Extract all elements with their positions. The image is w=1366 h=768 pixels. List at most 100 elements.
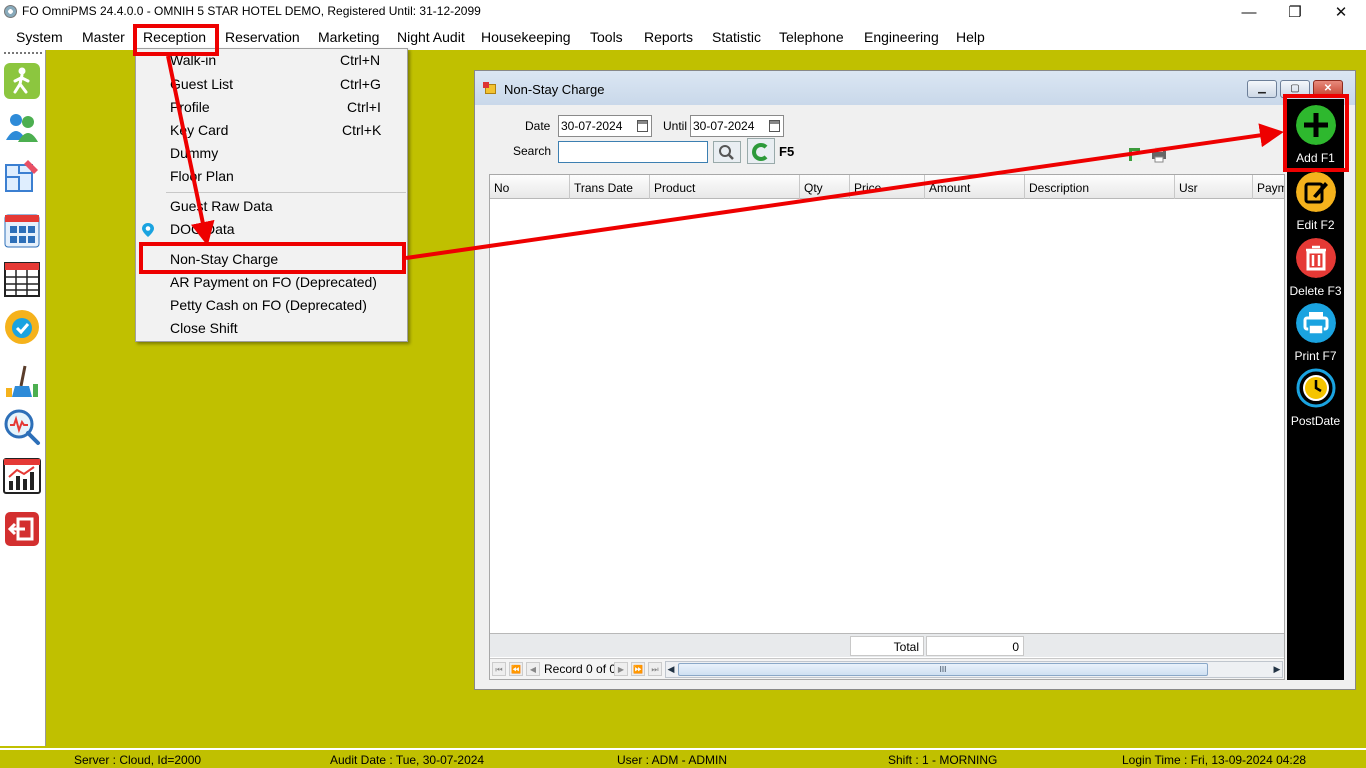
menu-tools[interactable]: Tools [590, 29, 623, 45]
horizontal-scrollbar[interactable]: ◀ III ▶ [665, 661, 1283, 678]
first-record-button[interactable]: ⏮ [492, 662, 506, 676]
menu-item-close-shift[interactable]: Close Shift [170, 320, 238, 336]
total-label: Total [850, 636, 924, 656]
menu-master[interactable]: Master [82, 29, 125, 45]
print-button[interactable]: Print F7 [1287, 303, 1344, 363]
action-panel: Add F1 Edit F2 Delete F3 Print F7 PostDa… [1287, 99, 1344, 680]
until-value: 30-07-2024 [693, 119, 755, 133]
shortcut-profile: Ctrl+I [347, 99, 381, 115]
date-field[interactable]: 30-07-2024 [558, 115, 652, 137]
search-input[interactable] [558, 141, 708, 163]
status-login-time: Login Time : Fri, 13-09-2024 04:28 [1122, 753, 1307, 767]
status-bar: Server : Cloud, Id=2000 Audit Date : Tue… [0, 748, 1366, 768]
location-pin-icon [142, 223, 154, 237]
highlight-add-button [1283, 94, 1349, 172]
non-stay-charge-window: Non-Stay Charge ▁ ▢ ✕ Date 30-07-2024 Un… [474, 70, 1356, 690]
calendar-picker-icon[interactable] [637, 120, 648, 132]
calendar-icon[interactable] [3, 260, 41, 298]
delete-label: Delete F3 [1289, 284, 1342, 298]
postdate-label: PostDate [1290, 414, 1341, 428]
filter-panel: Date 30-07-2024 Until 30-07-2024 Search … [488, 111, 1288, 171]
until-field[interactable]: 30-07-2024 [690, 115, 784, 137]
menu-system[interactable]: System [16, 29, 63, 45]
column-header-product[interactable]: Product [650, 175, 800, 199]
export-print-icons[interactable] [1128, 145, 1168, 163]
refresh-icon [752, 143, 770, 161]
close-button[interactable]: ✕ [1318, 0, 1364, 24]
edit-icon [1295, 172, 1336, 212]
calendar-picker-icon[interactable] [769, 120, 780, 132]
menu-night-audit[interactable]: Night Audit [397, 29, 465, 45]
charges-grid[interactable]: No Trans Date Product Qty Price Amount D… [489, 174, 1285, 680]
menu-item-profile[interactable]: Profile [170, 99, 210, 115]
floor-plan-icon[interactable] [3, 157, 41, 195]
walk-in-icon[interactable] [3, 62, 41, 100]
search-label: Search [513, 144, 552, 158]
form-minimize-button[interactable]: ▁ [1247, 80, 1277, 98]
scroll-thumb[interactable]: III [678, 663, 1208, 676]
menu-separator [166, 192, 406, 193]
menu-item-dummy[interactable]: Dummy [170, 145, 218, 161]
menu-item-guest-list[interactable]: Guest List [170, 76, 233, 92]
column-header-usr[interactable]: Usr [1175, 175, 1253, 199]
report-chart-icon[interactable] [3, 457, 41, 495]
menu-item-ar-payment[interactable]: AR Payment on FO (Deprecated) [170, 274, 377, 290]
refresh-button[interactable] [747, 138, 775, 164]
record-navigator: ⏮ ⏪ ◀ Record 0 of 0 ▶ ⏩ ⏭ ◀ III ▶ [490, 658, 1284, 679]
column-header-trans-date[interactable]: Trans Date [570, 175, 650, 199]
prev-record-button[interactable]: ◀ [526, 662, 540, 676]
maximize-button[interactable]: ❐ [1272, 0, 1318, 24]
date-label: Date [525, 119, 551, 133]
postdate-button[interactable]: PostDate [1287, 368, 1344, 428]
menu-item-doc-data[interactable]: DOC Data [170, 221, 235, 237]
printer-icon [1295, 303, 1336, 343]
status-audit-date: Audit Date : Tue, 30-07-2024 [330, 753, 485, 767]
menu-reservation[interactable]: Reservation [225, 29, 300, 45]
room-grid-icon[interactable] [3, 212, 41, 250]
next-record-button[interactable]: ▶ [614, 662, 628, 676]
guests-icon[interactable] [3, 108, 41, 146]
last-record-button[interactable]: ⏭ [648, 662, 662, 676]
menu-engineering[interactable]: Engineering [864, 29, 939, 45]
grid-footer: Total 0 [490, 633, 1284, 657]
menu-reports[interactable]: Reports [644, 29, 693, 45]
analytics-icon[interactable] [3, 408, 41, 446]
window-title: FO OmniPMS 24.4.0.0 - OMNIH 5 STAR HOTEL… [22, 4, 481, 18]
column-header-qty[interactable]: Qty [800, 175, 850, 199]
date-value: 30-07-2024 [561, 119, 623, 133]
clock-icon [1296, 368, 1335, 408]
search-button[interactable] [713, 141, 741, 163]
menu-statistic[interactable]: Statistic [712, 29, 761, 45]
status-server: Server : Cloud, Id=2000 [74, 753, 202, 767]
minimize-button[interactable]: — [1226, 0, 1272, 24]
menu-housekeeping[interactable]: Housekeeping [481, 29, 571, 45]
until-label: Until [663, 119, 688, 133]
menu-item-key-card[interactable]: Key Card [170, 122, 228, 138]
menu-item-petty-cash[interactable]: Petty Cash on FO (Deprecated) [170, 297, 367, 313]
next-page-button[interactable]: ⏩ [631, 662, 645, 676]
scroll-left-arrow-icon[interactable]: ◀ [666, 663, 676, 676]
column-header-price[interactable]: Price [850, 175, 925, 199]
menu-marketing[interactable]: Marketing [318, 29, 379, 45]
app-icon [4, 5, 17, 18]
availability-icon[interactable] [3, 308, 41, 346]
menu-item-floor-plan[interactable]: Floor Plan [170, 168, 234, 184]
scroll-right-arrow-icon[interactable]: ▶ [1272, 663, 1282, 676]
total-value: 0 [926, 636, 1024, 656]
column-header-amount[interactable]: Amount [925, 175, 1025, 199]
print-label: Print F7 [1294, 349, 1337, 363]
record-counter: Record 0 of 0 [544, 662, 617, 676]
prev-page-button[interactable]: ⏪ [509, 662, 523, 676]
menu-telephone[interactable]: Telephone [779, 29, 844, 45]
menu-help[interactable]: Help [956, 29, 985, 45]
menu-item-guest-raw-data[interactable]: Guest Raw Data [170, 198, 273, 214]
column-header-payment[interactable]: Payme [1253, 175, 1284, 199]
column-header-description[interactable]: Description [1025, 175, 1175, 199]
column-header-no[interactable]: No [490, 175, 570, 199]
magnifier-icon [719, 145, 734, 160]
delete-button[interactable]: Delete F3 [1287, 238, 1344, 298]
edit-button[interactable]: Edit F2 [1287, 172, 1344, 232]
housekeeping-icon[interactable] [3, 362, 41, 400]
highlight-reception-menu [133, 24, 219, 56]
exit-icon[interactable] [3, 510, 41, 548]
